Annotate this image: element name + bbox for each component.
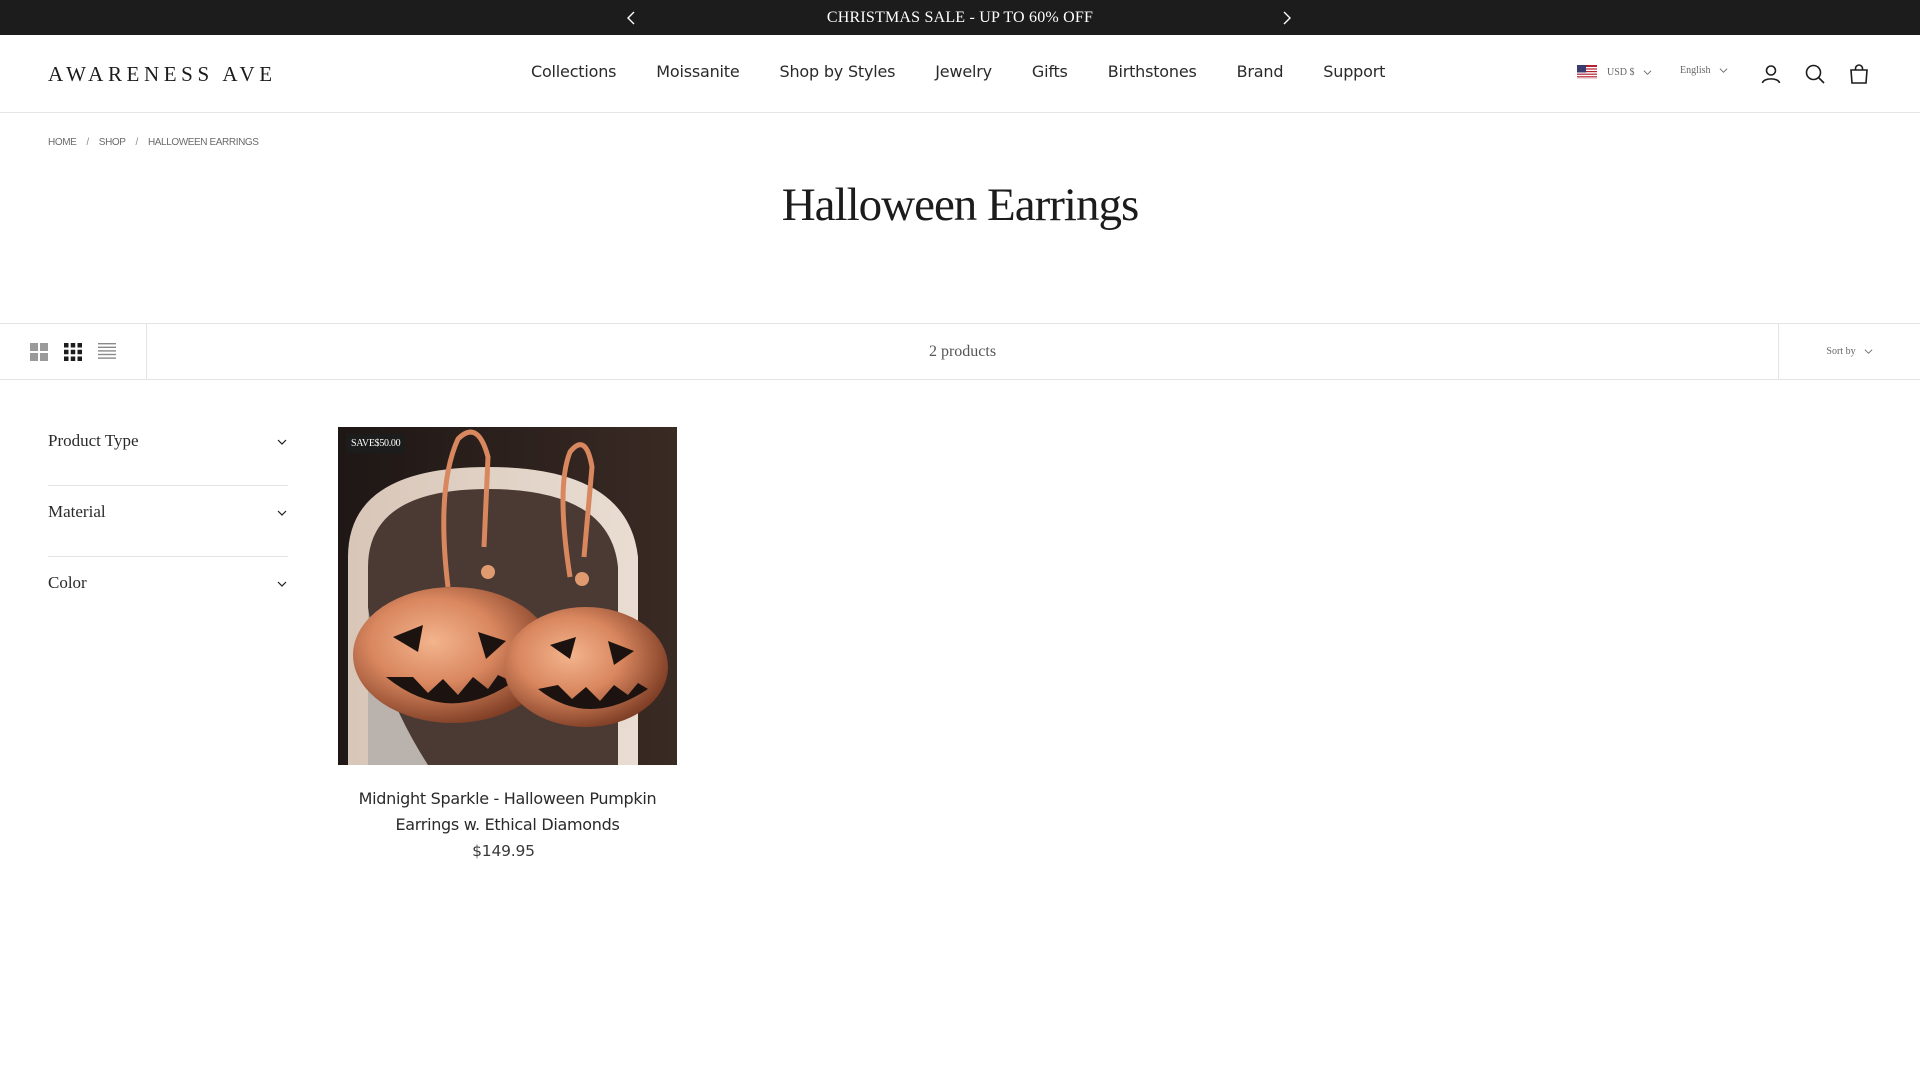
nav-item-gifts[interactable]: Gifts [1032,62,1068,81]
product-price: $149.95 [472,842,535,860]
product-title[interactable]: Midnight Sparkle - Halloween Pumpkin Ear… [338,786,677,838]
product-card[interactable]: SAVE$50.00 Midnight Sparkle - Halloween … [338,427,677,860]
grid-large-icon[interactable] [29,342,49,362]
breadcrumb: HOME / SHOP / HALLOWEEN EARRINGS [48,137,259,148]
filter-color[interactable]: Color [48,557,288,628]
site-header: AWARENESS AVE Collections Moissanite Sho… [0,35,1920,113]
nav-item-brand[interactable]: Brand [1237,62,1284,81]
product-image[interactable]: SAVE$50.00 [338,427,677,765]
chevron-left-icon[interactable] [622,8,642,28]
chevron-down-icon [1864,349,1872,354]
nav-item-moissanite[interactable]: Moissanite [656,62,739,81]
sale-badge: SAVE$50.00 [346,434,406,453]
nav-item-birthstones[interactable]: Birthstones [1108,62,1197,81]
language-label: English [1680,65,1711,76]
sort-dropdown[interactable]: Sort by [1778,324,1920,379]
filter-sidebar: Product Type Material Color [48,415,288,628]
brand-logo[interactable]: AWARENESS AVE [48,62,277,87]
filter-product-type[interactable]: Product Type [48,415,288,486]
pumpkin-earrings-image [338,427,677,765]
chevron-down-icon [1643,69,1651,75]
breadcrumb-shop[interactable]: SHOP [99,137,126,148]
nav-item-shop-by-styles[interactable]: Shop by Styles [780,62,896,81]
currency-selector[interactable]: USD $ [1577,65,1652,79]
chevron-right-icon[interactable] [1276,8,1296,28]
breadcrumb-current: HALLOWEEN EARRINGS [147,137,259,148]
breadcrumb-separator: / [135,137,139,148]
breadcrumb-home[interactable]: HOME [48,137,77,148]
chevron-down-icon [277,581,287,587]
nav-item-jewelry[interactable]: Jewelry [935,62,992,81]
nav-item-collections[interactable]: Collections [531,62,616,81]
currency-label: USD $ [1607,66,1635,78]
filter-label: Color [48,573,87,592]
language-selector[interactable]: English [1680,65,1728,76]
chevron-down-icon [277,510,287,516]
product-count: 2 products [928,342,997,360]
main-nav: Collections Moissanite Shop by Styles Je… [531,62,1385,81]
nav-item-support[interactable]: Support [1323,62,1385,81]
list-icon[interactable] [97,342,117,362]
sort-label: Sort by [1826,346,1856,357]
us-flag-icon [1577,65,1597,79]
filter-label: Product Type [48,431,139,450]
account-icon[interactable] [1759,62,1783,86]
chevron-down-icon [1719,68,1727,73]
layout-switcher [0,324,147,379]
breadcrumb-separator: / [86,137,89,148]
grid-small-icon[interactable] [63,342,83,362]
cart-icon[interactable] [1847,62,1871,86]
collection-toolbar: 2 products Sort by [0,323,1920,380]
announcement-text[interactable]: CHRISTMAS SALE - UP TO 60% OFF [827,9,1093,27]
search-icon[interactable] [1803,62,1827,86]
page-title: Halloween Earrings [781,179,1140,231]
announcement-bar: CHRISTMAS SALE - UP TO 60% OFF [0,0,1920,35]
chevron-down-icon [277,439,287,445]
filter-material[interactable]: Material [48,486,288,557]
filter-label: Material [48,502,106,521]
